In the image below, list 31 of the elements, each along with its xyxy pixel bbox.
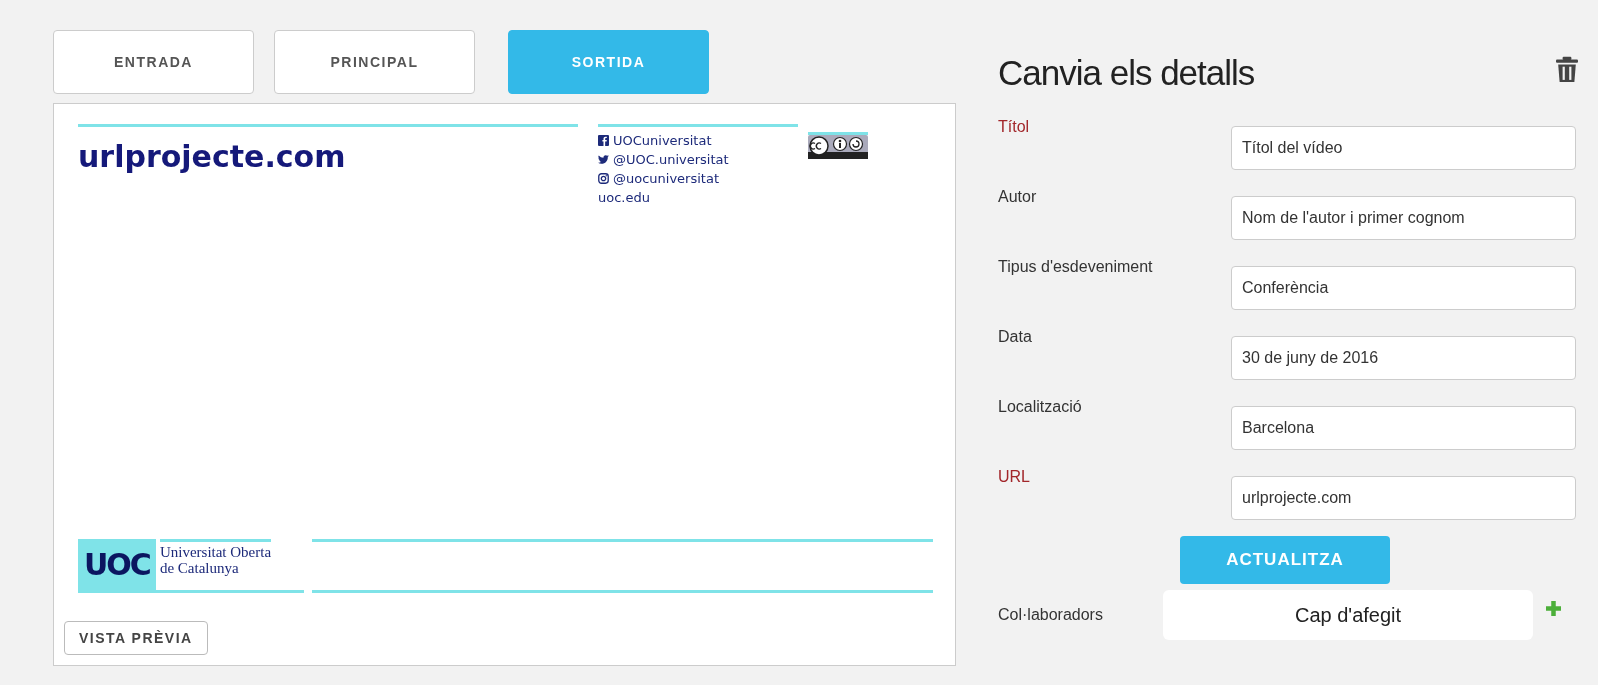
text-field[interactable]: Conferència: [1231, 266, 1576, 310]
logo-mark: UOC: [78, 539, 156, 590]
text-field[interactable]: Nom de l'autor i primer cognom: [1231, 196, 1576, 240]
text-field[interactable]: Barcelona: [1231, 406, 1576, 450]
social-text: uoc.edu: [598, 190, 650, 205]
field-label: Títol: [998, 117, 1031, 136]
bird-icon: [598, 154, 609, 165]
social-text: UOCuniversitat: [613, 133, 712, 148]
license-badge-icon: [808, 132, 868, 159]
field-label: Tipus d'esdeveniment: [998, 257, 1154, 276]
preview-button[interactable]: VISTA PRÈVIA: [64, 621, 208, 655]
social-text: @uocuniversitat: [613, 171, 719, 186]
field-label: URL: [998, 467, 1031, 486]
field-label: Localització: [998, 397, 1083, 416]
field-label: Data: [998, 327, 1033, 346]
url-heading: urlprojecte.com: [78, 139, 346, 174]
tab[interactable]: ENTRADA: [53, 30, 254, 94]
collaborators-box: Cap d'afegit: [1163, 590, 1533, 640]
field-label: Autor: [998, 187, 1038, 206]
panel-title: Canvia els detalls: [998, 53, 1255, 93]
university-name: de Catalunya: [159, 560, 240, 576]
field-label: Col·laboradors: [998, 606, 1104, 624]
tab[interactable]: PRINCIPAL: [274, 30, 475, 94]
text-field[interactable]: urlprojecte.com: [1231, 476, 1576, 520]
trash-icon[interactable]: [1556, 56, 1578, 84]
text-field[interactable]: 30 de juny de 2016: [1231, 336, 1576, 380]
social-text: @UOC.universitat: [613, 152, 729, 167]
facebook-icon: [598, 135, 609, 146]
university-name: Universitat Oberta: [159, 544, 272, 560]
text-field[interactable]: Títol del vídeo: [1231, 126, 1576, 170]
camera-icon: [598, 173, 609, 184]
